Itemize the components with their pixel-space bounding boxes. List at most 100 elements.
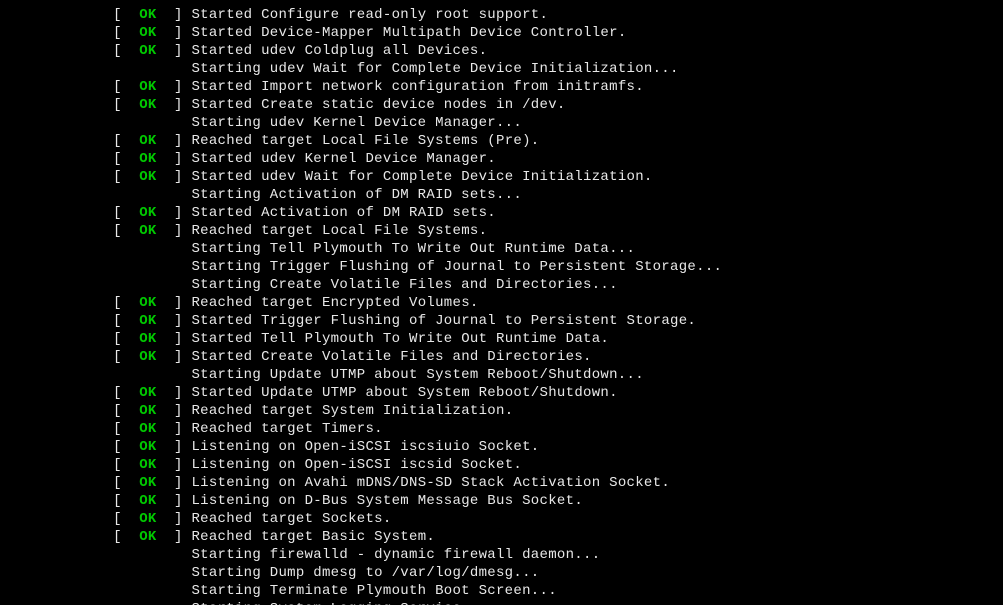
boot-line: [ OK ] Started Tell Plymouth To Write Ou… [0, 330, 1003, 348]
line-margin [0, 313, 113, 329]
line-margin [0, 403, 113, 419]
line-margin [0, 547, 113, 563]
status-bracket-close: ] [157, 349, 192, 365]
boot-message: Reached target Encrypted Volumes. [191, 295, 478, 311]
line-margin [0, 259, 113, 275]
boot-line: [ OK ] Reached target Timers. [0, 420, 1003, 438]
boot-line: Starting Update UTMP about System Reboot… [0, 366, 1003, 384]
status-ok: OK [139, 133, 156, 149]
boot-message: Starting Update UTMP about System Reboot… [191, 367, 643, 383]
boot-line: [ OK ] Reached target System Initializat… [0, 402, 1003, 420]
boot-line: [ OK ] Started udev Coldplug all Devices… [0, 42, 1003, 60]
line-margin [0, 421, 113, 437]
status-bracket-close: ] [157, 223, 192, 239]
status-bracket-open: [ [113, 331, 139, 347]
boot-message: Starting Tell Plymouth To Write Out Runt… [191, 241, 635, 257]
status-bracket-close: ] [157, 313, 192, 329]
status-ok: OK [139, 475, 156, 491]
line-margin [0, 241, 113, 257]
boot-line: Starting firewalld - dynamic firewall da… [0, 546, 1003, 564]
line-margin [0, 367, 113, 383]
line-margin [0, 457, 113, 473]
status-ok: OK [139, 7, 156, 23]
boot-line: Starting Terminate Plymouth Boot Screen.… [0, 582, 1003, 600]
status-bracket-open: [ [113, 529, 139, 545]
status-bracket-close: ] [157, 475, 192, 491]
status-bracket-open: [ [113, 511, 139, 527]
boot-message: Starting Activation of DM RAID sets... [191, 187, 522, 203]
boot-line: Starting Activation of DM RAID sets... [0, 186, 1003, 204]
status-bracket-close: ] [157, 97, 192, 113]
status-bracket-open: [ [113, 151, 139, 167]
boot-message: Starting udev Kernel Device Manager... [191, 115, 522, 131]
line-margin [0, 97, 113, 113]
line-margin [0, 205, 113, 221]
boot-message: Reached target Sockets. [191, 511, 391, 527]
line-margin [0, 223, 113, 239]
line-margin [0, 115, 113, 131]
boot-line: [ OK ] Reached target Local File Systems… [0, 132, 1003, 150]
boot-message: Started Import network configuration fro… [191, 79, 643, 95]
status-blank [113, 601, 191, 605]
boot-message: Started Tell Plymouth To Write Out Runti… [191, 331, 609, 347]
status-ok: OK [139, 295, 156, 311]
boot-line: [ OK ] Started Create static device node… [0, 96, 1003, 114]
status-blank [113, 61, 191, 77]
boot-line: [ OK ] Started udev Wait for Complete De… [0, 168, 1003, 186]
line-margin [0, 583, 113, 599]
boot-line: [ OK ] Started Device-Mapper Multipath D… [0, 24, 1003, 42]
status-blank [113, 547, 191, 563]
status-bracket-close: ] [157, 133, 192, 149]
status-bracket-close: ] [157, 205, 192, 221]
status-bracket-open: [ [113, 295, 139, 311]
status-blank [113, 583, 191, 599]
boot-message: Started Device-Mapper Multipath Device C… [191, 25, 626, 41]
status-bracket-open: [ [113, 133, 139, 149]
line-margin [0, 151, 113, 167]
line-margin [0, 7, 113, 23]
boot-message: Reached target Basic System. [191, 529, 435, 545]
status-ok: OK [139, 223, 156, 239]
status-ok: OK [139, 439, 156, 455]
line-margin [0, 511, 113, 527]
boot-line: [ OK ] Listening on Open-iSCSI iscsiuio … [0, 438, 1003, 456]
line-margin [0, 529, 113, 545]
status-ok: OK [139, 349, 156, 365]
status-bracket-open: [ [113, 43, 139, 59]
status-bracket-close: ] [157, 151, 192, 167]
boot-line: Starting udev Kernel Device Manager... [0, 114, 1003, 132]
status-ok: OK [139, 313, 156, 329]
boot-message: Started Update UTMP about System Reboot/… [191, 385, 617, 401]
line-margin [0, 439, 113, 455]
status-bracket-open: [ [113, 385, 139, 401]
boot-message: Reached target Timers. [191, 421, 382, 437]
status-blank [113, 115, 191, 131]
line-margin [0, 61, 113, 77]
status-bracket-open: [ [113, 97, 139, 113]
line-margin [0, 277, 113, 293]
boot-message: Started Configure read-only root support… [191, 7, 548, 23]
line-margin [0, 475, 113, 491]
boot-message: Started Create static device nodes in /d… [191, 97, 565, 113]
status-bracket-close: ] [157, 403, 192, 419]
boot-message: Starting udev Wait for Complete Device I… [191, 61, 678, 77]
line-margin [0, 133, 113, 149]
status-ok: OK [139, 421, 156, 437]
status-blank [113, 187, 191, 203]
status-blank [113, 277, 191, 293]
boot-message: Started udev Coldplug all Devices. [191, 43, 487, 59]
boot-line: [ OK ] Started Configure read-only root … [0, 6, 1003, 24]
status-bracket-open: [ [113, 457, 139, 473]
status-bracket-open: [ [113, 493, 139, 509]
status-ok: OK [139, 457, 156, 473]
line-margin [0, 601, 113, 605]
boot-line: [ OK ] Reached target Local File Systems… [0, 222, 1003, 240]
status-ok: OK [139, 331, 156, 347]
boot-line: [ OK ] Reached target Sockets. [0, 510, 1003, 528]
status-bracket-open: [ [113, 7, 139, 23]
status-bracket-open: [ [113, 475, 139, 491]
boot-line: Starting System Logging Service... [0, 600, 1003, 605]
line-margin [0, 493, 113, 509]
status-bracket-open: [ [113, 79, 139, 95]
status-blank [113, 367, 191, 383]
